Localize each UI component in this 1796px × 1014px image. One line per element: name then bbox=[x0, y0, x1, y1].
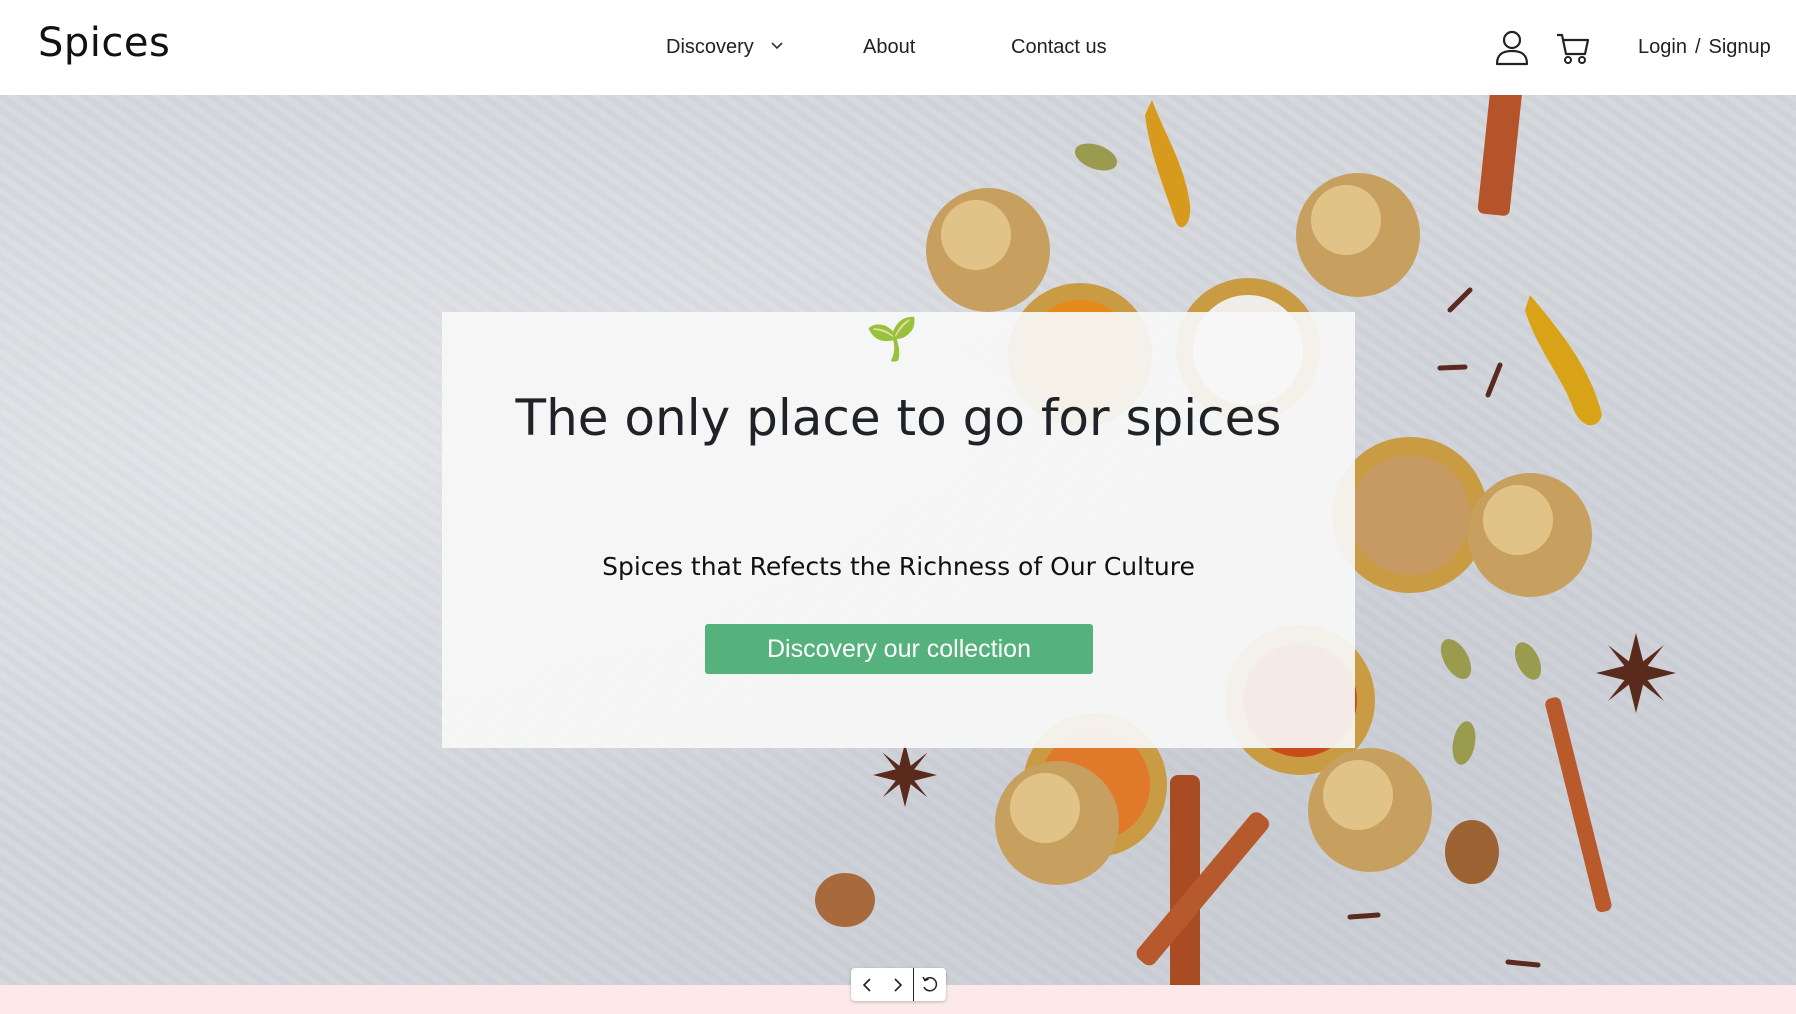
carousel-refresh-button[interactable] bbox=[914, 968, 945, 1001]
hero-subheadline: Spices that Refects the Richness of Our … bbox=[602, 552, 1195, 581]
nav-discovery[interactable]: Discovery bbox=[666, 36, 783, 59]
auth-separator: / bbox=[1694, 36, 1701, 58]
user-icon[interactable] bbox=[1494, 29, 1530, 67]
hero-headline: The only place to go for spices bbox=[515, 389, 1282, 447]
chevron-right-icon bbox=[893, 977, 902, 992]
hero-card: 🌱 The only place to go for spices Spices… bbox=[442, 312, 1355, 748]
auth-links: Login / Signup bbox=[1638, 36, 1771, 59]
hero-section: 🌱 The only place to go for spices Spices… bbox=[0, 95, 1796, 985]
chevron-down-icon bbox=[771, 42, 783, 49]
chevron-left-icon bbox=[862, 977, 871, 992]
carousel-controls bbox=[851, 968, 946, 1001]
site-header: Spices Discovery About Contact us Login /… bbox=[0, 0, 1796, 95]
nav-discovery-label: Discovery bbox=[666, 36, 754, 58]
carousel-next-button[interactable] bbox=[882, 968, 913, 1001]
site-logo[interactable]: Spices bbox=[38, 20, 170, 66]
refresh-icon bbox=[921, 976, 937, 991]
discover-collection-button[interactable]: Discovery our collection bbox=[705, 624, 1093, 674]
carousel-prev-button[interactable] bbox=[851, 968, 882, 1001]
sprout-icon: 🌱 bbox=[866, 315, 919, 362]
cart-icon[interactable] bbox=[1555, 29, 1591, 67]
nav-about[interactable]: About bbox=[863, 36, 915, 59]
nav-contact[interactable]: Contact us bbox=[1011, 36, 1107, 59]
login-link[interactable]: Login bbox=[1638, 36, 1687, 58]
signup-link[interactable]: Signup bbox=[1709, 36, 1771, 58]
